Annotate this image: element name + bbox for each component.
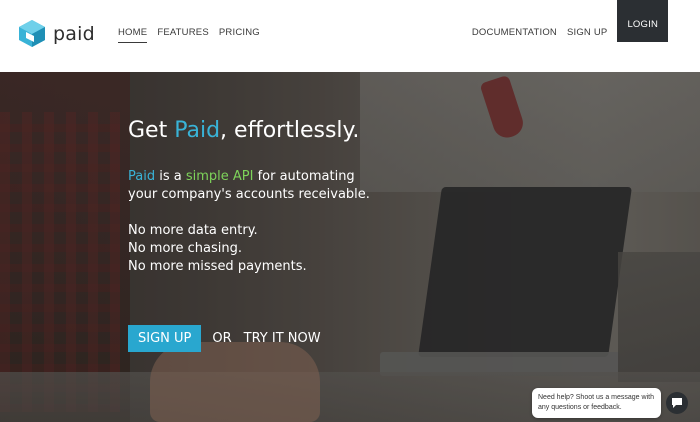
benefit-item: No more chasing. (128, 241, 242, 256)
cube-logo-icon (18, 19, 46, 48)
nav-features[interactable]: FEATURES (157, 27, 209, 43)
try-it-now-link[interactable]: TRY IT NOW (244, 331, 321, 346)
primary-nav: HOME FEATURES PRICING (118, 27, 270, 43)
nav-pricing[interactable]: PRICING (219, 27, 260, 43)
benefit-item: No more data entry. (128, 223, 258, 238)
chat-prompt-line1: Need help? Shoot us a message with (538, 394, 654, 401)
login-button[interactable]: LOGIN (617, 0, 668, 42)
logo[interactable]: paid (18, 19, 95, 48)
nav-sign-up[interactable]: SIGN UP (567, 27, 607, 38)
benefit-item: No more missed payments. (128, 259, 307, 274)
hero-title-suffix: , effortlessly. (220, 118, 360, 143)
hero-sub-part1: is a (155, 169, 186, 184)
or-separator: OR (212, 331, 232, 346)
chat-prompt-bubble[interactable]: Need help? Shoot us a message with any q… (532, 388, 661, 418)
nav-home[interactable]: HOME (118, 27, 148, 43)
benefits-list: No more data entry. No more chasing. No … (128, 222, 307, 276)
cta-row: SIGN UP OR TRY IT NOW (128, 325, 321, 352)
hero-sub-line2: your company's accounts receivable. (128, 187, 370, 202)
hero-subtitle: Paid is a simple API for automating your… (128, 168, 370, 204)
logo-text: paid (53, 22, 95, 45)
chat-launcher-button[interactable] (666, 392, 688, 414)
hero-sub-highlight: simple API (185, 169, 254, 184)
hero-title-accent: Paid (174, 118, 221, 143)
hero-section: Get Paid, effortlessly. Paid is a simple… (0, 72, 700, 422)
hero-sub-brand: Paid (128, 169, 156, 184)
hero-title: Get Paid, effortlessly. (128, 118, 359, 143)
site-header: paid HOME FEATURES PRICING DOCUMENTATION… (0, 0, 700, 72)
hero-sub-part2: for automating (253, 169, 355, 184)
secondary-nav: DOCUMENTATION SIGN UP LOGIN (472, 0, 668, 42)
chat-prompt-line2: any questions or feedback. (538, 404, 622, 411)
nav-documentation[interactable]: DOCUMENTATION (472, 27, 557, 38)
hero-title-prefix: Get (128, 118, 175, 143)
hero-sign-up-button[interactable]: SIGN UP (128, 325, 202, 352)
chat-bubble-icon (671, 397, 683, 409)
